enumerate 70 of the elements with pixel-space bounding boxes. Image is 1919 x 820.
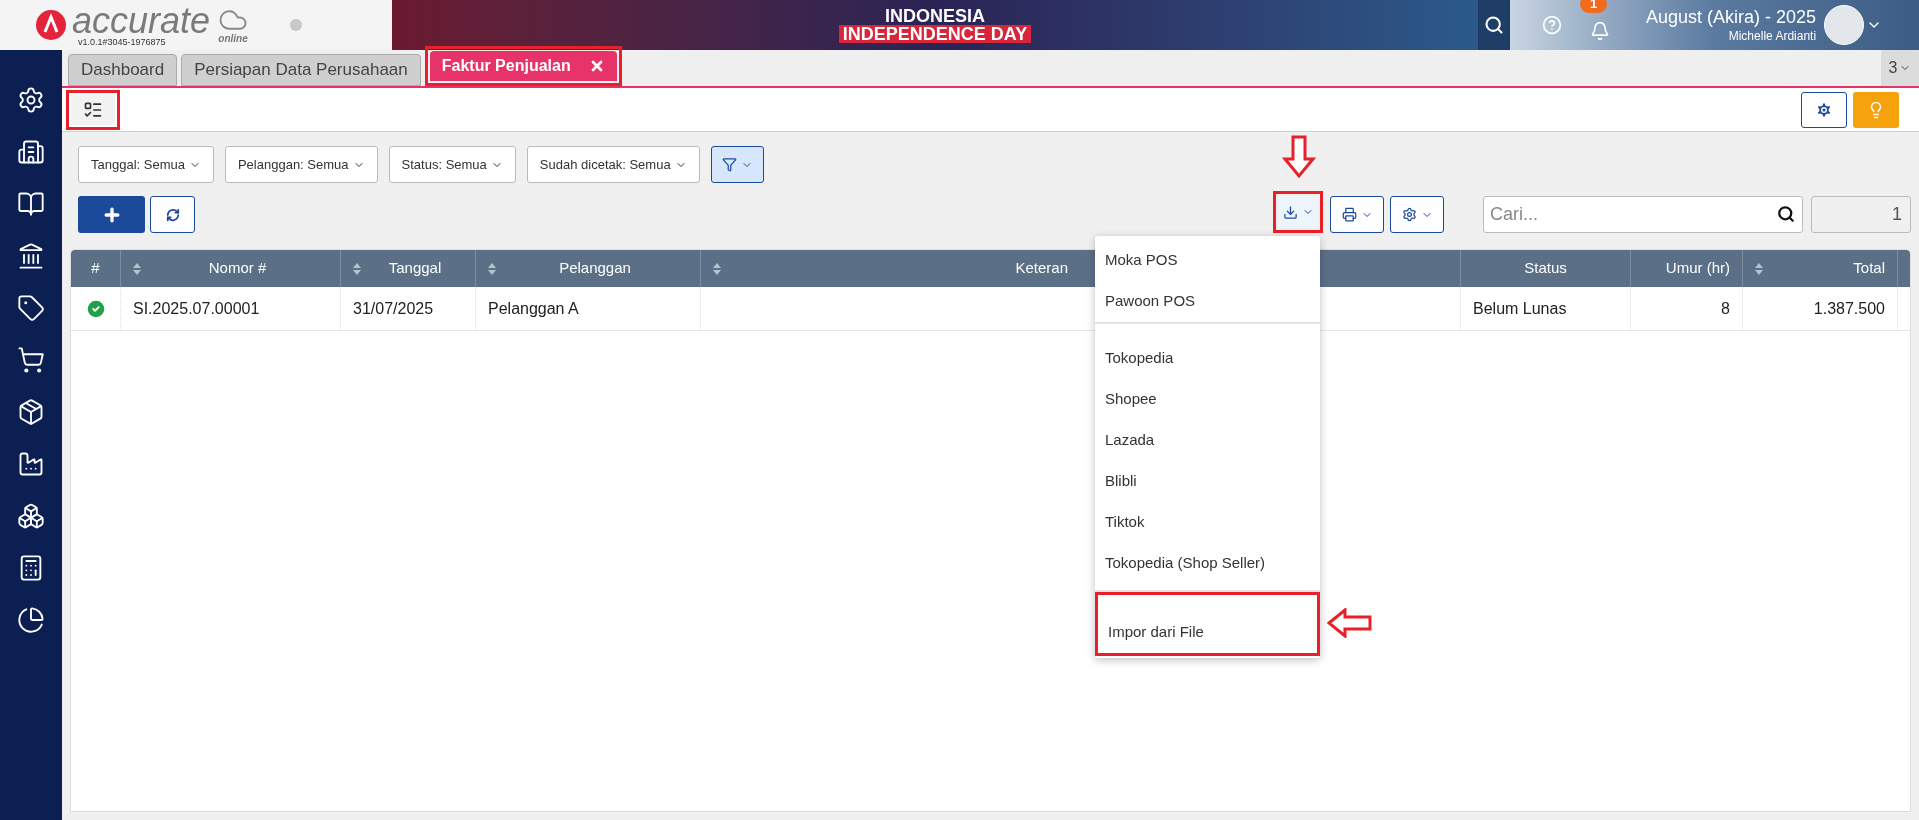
cart-icon[interactable] — [17, 346, 45, 374]
boxes-icon[interactable] — [17, 502, 45, 530]
pie-chart-icon[interactable] — [17, 606, 45, 634]
menu-item[interactable]: Tokopedia (Shop Seller) — [1095, 543, 1320, 584]
book-icon[interactable] — [17, 190, 45, 218]
options-button[interactable] — [1390, 196, 1444, 233]
period-label[interactable]: August (Akira) - 2025 — [1646, 6, 1817, 29]
tab[interactable]: Dashboard — [68, 54, 178, 86]
settings-button[interactable] — [1801, 91, 1847, 128]
refresh-button[interactable] — [150, 196, 195, 233]
menu-item[interactable]: Blibli — [1095, 461, 1320, 502]
refresh-icon — [165, 207, 180, 222]
factory-icon[interactable] — [17, 450, 45, 478]
column-header[interactable]: Umur (hr) — [1631, 250, 1743, 287]
menu-item[interactable]: Tokopedia — [1095, 338, 1320, 379]
print-button[interactable] — [1330, 196, 1384, 233]
add-button[interactable] — [78, 196, 145, 233]
filter-button[interactable] — [710, 146, 764, 183]
printer-icon — [1341, 207, 1357, 222]
sort-icon — [353, 262, 361, 275]
menu-item[interactable]: Shopee — [1095, 379, 1320, 420]
menu-item[interactable]: Lazada — [1095, 420, 1320, 461]
settings-icon — [1815, 100, 1833, 119]
bank-icon[interactable] — [17, 242, 45, 270]
settings-icon[interactable] — [17, 86, 45, 114]
page-field[interactable]: 1 — [1811, 196, 1911, 233]
user-name: Michelle Ardianti — [1728, 28, 1817, 44]
tab[interactable]: Persiapan Data Perusahaan — [181, 54, 421, 86]
filter-dropdown[interactable]: Pelanggan: Semua — [224, 146, 378, 183]
down-arrow-icon — [1282, 135, 1316, 179]
tab-overflow-button[interactable]: 3 — [1881, 50, 1919, 86]
column-header[interactable]: Nomor # — [121, 250, 341, 287]
download-icon — [1282, 204, 1298, 220]
version-label: v1.0.1#3045-1976875 — [77, 37, 167, 47]
settings-icon — [1401, 207, 1417, 222]
column-header[interactable]: Total — [1743, 250, 1898, 287]
table-cell-text: 31/07/2025 — [353, 298, 434, 319]
sort-icon — [488, 262, 496, 275]
table-cell-text: 8 — [1721, 298, 1730, 319]
search-icon[interactable] — [1484, 15, 1504, 35]
table-cell-text: Belum Lunas — [1473, 298, 1567, 319]
table-cell-text: 1.387.500 — [1813, 298, 1885, 319]
filter-icon — [721, 157, 737, 172]
table-cell-text: SI.2025.07.00001 — [133, 298, 260, 319]
tab[interactable]: Faktur Penjualan — [429, 51, 617, 81]
filter-dropdown[interactable]: Status: Semua — [388, 146, 516, 183]
table-cell-text: Pelanggan A — [488, 298, 579, 319]
menu-item[interactable]: Tiktok — [1095, 502, 1320, 543]
filter-dropdown[interactable]: Tanggal: Semua — [78, 146, 214, 183]
logo-icon — [36, 10, 66, 40]
logo-suffix: online — [218, 31, 248, 46]
column-header[interactable]: Pelanggan — [476, 250, 701, 287]
column-header[interactable]: Tanggal — [341, 250, 476, 287]
sort-icon — [1755, 262, 1763, 275]
banner-text: INDEPENDENCE DAY — [838, 25, 1032, 43]
package-icon[interactable] — [17, 398, 45, 426]
menu-item[interactable]: Impor dari File — [1100, 597, 1315, 651]
avatar[interactable] — [1824, 5, 1865, 45]
search-field[interactable]: Cari... — [1483, 196, 1803, 233]
left-arrow-icon — [1327, 608, 1373, 638]
banner-text: INDONESIA — [885, 7, 985, 25]
filter-dropdown[interactable]: Sudah dicetak: Semua — [526, 146, 700, 183]
search-icon[interactable] — [1777, 205, 1795, 223]
sort-icon — [133, 262, 141, 275]
column-header[interactable]: Status — [1461, 250, 1631, 287]
price-tag-icon[interactable] — [17, 294, 45, 322]
logo-wordmark: accurate — [72, 3, 211, 38]
sort-icon — [713, 262, 721, 275]
column-header[interactable]: # — [71, 250, 121, 287]
building-icon[interactable] — [17, 138, 45, 166]
